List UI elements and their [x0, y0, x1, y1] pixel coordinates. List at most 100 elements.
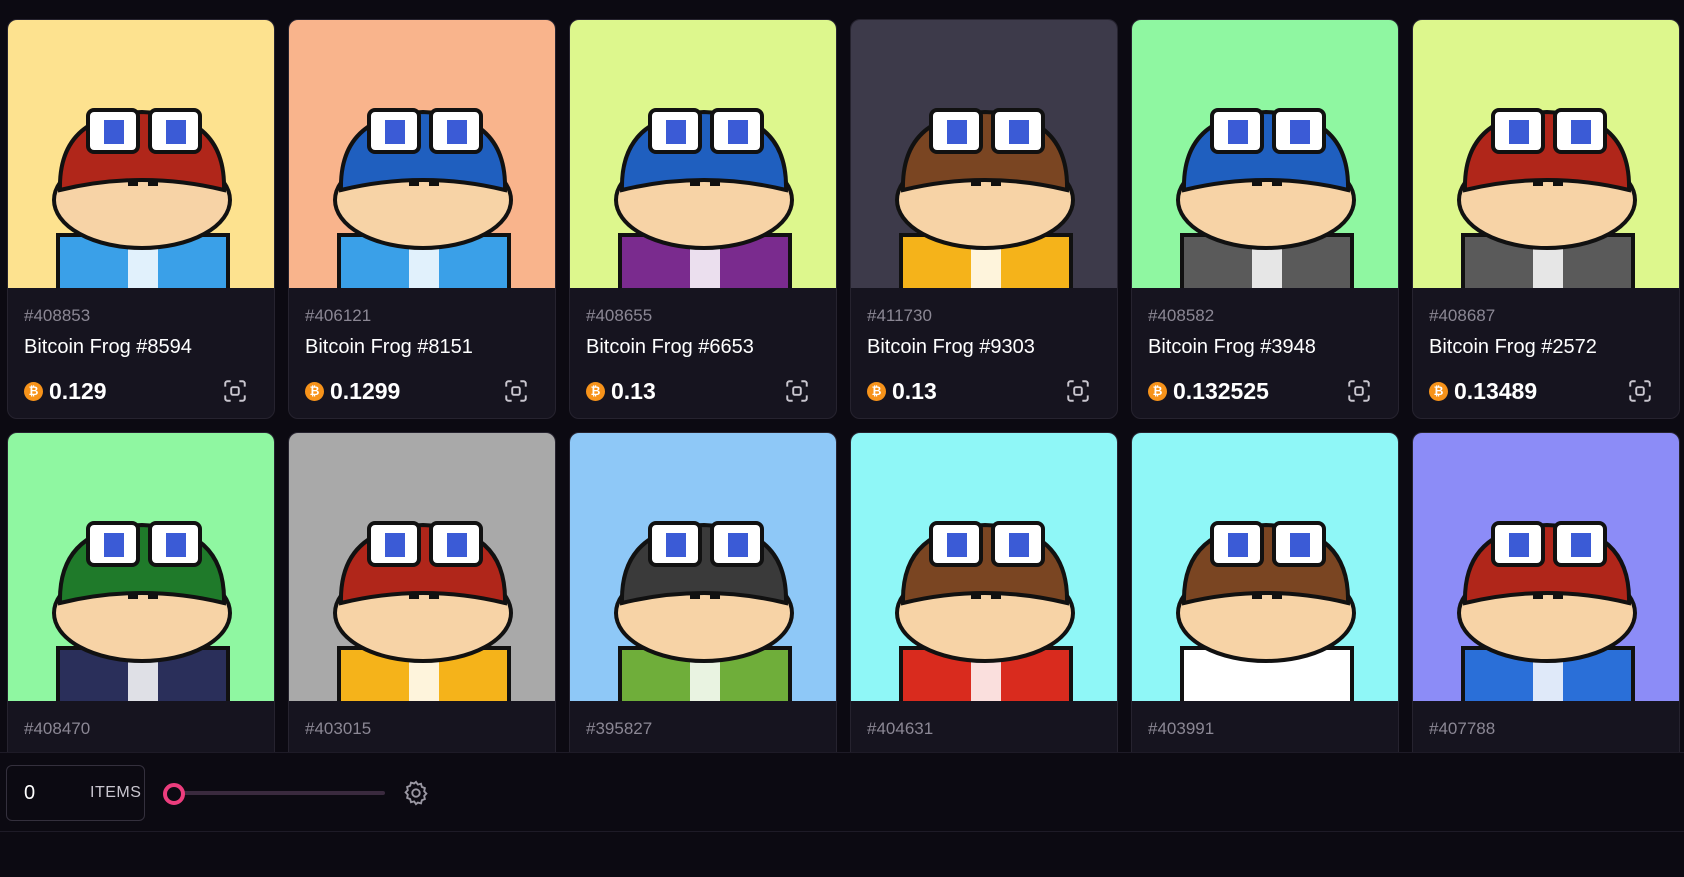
inscription-number: #408655 — [586, 306, 653, 325]
items-label: ITEMS — [90, 784, 142, 801]
nft-image[interactable] — [1132, 20, 1398, 288]
quick-view-scan-icon[interactable] — [501, 376, 531, 406]
nft-card[interactable]: #408470 — [7, 432, 275, 752]
nft-image[interactable] — [289, 20, 555, 288]
nft-card[interactable]: #408853 Bitcoin Frog #8594 ₿ 0.129 — [7, 19, 275, 419]
frog-illustration — [614, 108, 794, 288]
frog-illustration — [333, 108, 513, 288]
inscription-number: #404631 — [867, 719, 934, 738]
bitcoin-icon: ₿ — [1148, 381, 1167, 401]
quick-view-scan-icon[interactable] — [1063, 376, 1093, 406]
nft-card-details: #403991 — [1132, 701, 1398, 739]
price-value: 0.1299 — [330, 377, 401, 404]
items-count-value[interactable]: 0 — [24, 782, 74, 805]
nft-card[interactable]: #395827 — [569, 432, 837, 752]
nft-card-details: #406121 Bitcoin Frog #8151 ₿ 0.1299 — [289, 288, 555, 406]
nft-card-details: #404631 — [851, 701, 1117, 739]
nft-card-details: #408470 — [8, 701, 274, 739]
frog-illustration — [333, 521, 513, 701]
inscription-number: #408853 — [24, 306, 91, 325]
nft-card-details: #408853 Bitcoin Frog #8594 ₿ 0.129 — [8, 288, 274, 406]
price-value: 0.13 — [611, 377, 656, 404]
frog-illustration — [52, 521, 232, 701]
items-slider[interactable] — [163, 783, 385, 805]
nft-image[interactable] — [1413, 20, 1679, 288]
quick-view-scan-icon[interactable] — [220, 376, 250, 406]
inscription-number: #406121 — [305, 306, 372, 325]
nft-card[interactable]: #411730 Bitcoin Frog #9303 ₿ 0.13 — [850, 19, 1118, 419]
nft-image[interactable] — [8, 433, 274, 701]
frog-illustration — [52, 108, 232, 288]
nft-card[interactable]: #408582 Bitcoin Frog #3948 ₿ 0.132525 — [1131, 19, 1399, 419]
nft-grid-viewport[interactable]: #408853 Bitcoin Frog #8594 ₿ 0.129 #406121 Bi… — [0, 0, 1684, 752]
bitcoin-icon: ₿ — [305, 381, 324, 401]
nft-card-details: #403015 — [289, 701, 555, 739]
nft-name[interactable]: Bitcoin Frog #3948 — [1148, 335, 1382, 359]
nft-card[interactable]: #404631 — [850, 432, 1118, 752]
nft-card[interactable]: #408687 Bitcoin Frog #2572 ₿ 0.13489 — [1412, 19, 1680, 419]
quick-view-scan-icon[interactable] — [1344, 376, 1374, 406]
price-row: ₿ 0.132525 — [1148, 376, 1382, 406]
nft-name[interactable]: Bitcoin Frog #8594 — [24, 335, 258, 359]
inscription-number: #395827 — [586, 719, 653, 738]
nft-card-details: #408687 Bitcoin Frog #2572 ₿ 0.13489 — [1413, 288, 1679, 406]
frog-illustration — [1176, 521, 1356, 701]
bitcoin-icon: ₿ — [867, 381, 886, 401]
nft-name[interactable]: Bitcoin Frog #8151 — [305, 335, 539, 359]
frog-illustration — [895, 108, 1075, 288]
nft-card[interactable]: #408655 Bitcoin Frog #6653 ₿ 0.13 — [569, 19, 837, 419]
nft-card-details: #395827 — [570, 701, 836, 739]
nft-card[interactable]: #406121 Bitcoin Frog #8151 ₿ 0.1299 — [288, 19, 556, 419]
nft-grid: #408853 Bitcoin Frog #8594 ₿ 0.129 #406121 Bi… — [7, 19, 1680, 752]
inscription-number: #408687 — [1429, 306, 1496, 325]
inscription-number: #408470 — [24, 719, 91, 738]
nft-image[interactable] — [570, 433, 836, 701]
inscription-number: #408582 — [1148, 306, 1215, 325]
price-row: ₿ 0.13 — [586, 376, 820, 406]
inscription-number: #403991 — [1148, 719, 1215, 738]
nft-image[interactable] — [8, 20, 274, 288]
price-row: ₿ 0.129 — [24, 376, 258, 406]
frog-illustration — [1176, 108, 1356, 288]
bitcoin-icon: ₿ — [586, 381, 605, 401]
frog-illustration — [895, 521, 1075, 701]
nft-card[interactable]: #403991 — [1131, 432, 1399, 752]
nft-name[interactable]: Bitcoin Frog #6653 — [586, 335, 820, 359]
inscription-number: #411730 — [867, 306, 932, 325]
slider-thumb[interactable] — [163, 783, 185, 805]
price-row: ₿ 0.1299 — [305, 376, 539, 406]
slider-track[interactable] — [171, 791, 385, 795]
nft-image[interactable] — [289, 433, 555, 701]
nft-card-details: #411730 Bitcoin Frog #9303 ₿ 0.13 — [851, 288, 1117, 406]
price-row: ₿ 0.13489 — [1429, 376, 1663, 406]
nft-card-details: #408582 Bitcoin Frog #3948 ₿ 0.132525 — [1132, 288, 1398, 406]
inscription-number: #407788 — [1429, 719, 1496, 738]
nft-name[interactable]: Bitcoin Frog #9303 — [867, 335, 1101, 359]
settings-gear-icon[interactable] — [402, 779, 430, 807]
inscription-number: #403015 — [305, 719, 372, 738]
nft-image[interactable] — [570, 20, 836, 288]
quick-view-scan-icon[interactable] — [1625, 376, 1655, 406]
price-value: 0.13489 — [1454, 377, 1538, 404]
price-value: 0.129 — [49, 377, 107, 404]
quick-view-scan-icon[interactable] — [782, 376, 812, 406]
bottom-toolbar: 0 ITEMS — [0, 752, 1684, 832]
price-row: ₿ 0.13 — [867, 376, 1101, 406]
price-value: 0.132525 — [1173, 377, 1269, 404]
nft-card-details: #408655 Bitcoin Frog #6653 ₿ 0.13 — [570, 288, 836, 406]
items-counter[interactable]: 0 ITEMS — [6, 765, 145, 821]
frog-illustration — [1457, 108, 1637, 288]
nft-card-details: #407788 — [1413, 701, 1679, 739]
nft-image[interactable] — [851, 433, 1117, 701]
price-value: 0.13 — [892, 377, 937, 404]
frog-illustration — [614, 521, 794, 701]
nft-name[interactable]: Bitcoin Frog #2572 — [1429, 335, 1663, 359]
bitcoin-icon: ₿ — [1429, 381, 1448, 401]
bitcoin-icon: ₿ — [24, 381, 43, 401]
nft-card[interactable]: #403015 — [288, 432, 556, 752]
frog-illustration — [1457, 521, 1637, 701]
nft-image[interactable] — [1132, 433, 1398, 701]
nft-image[interactable] — [851, 20, 1117, 288]
nft-card[interactable]: #407788 — [1412, 432, 1680, 752]
nft-image[interactable] — [1413, 433, 1679, 701]
